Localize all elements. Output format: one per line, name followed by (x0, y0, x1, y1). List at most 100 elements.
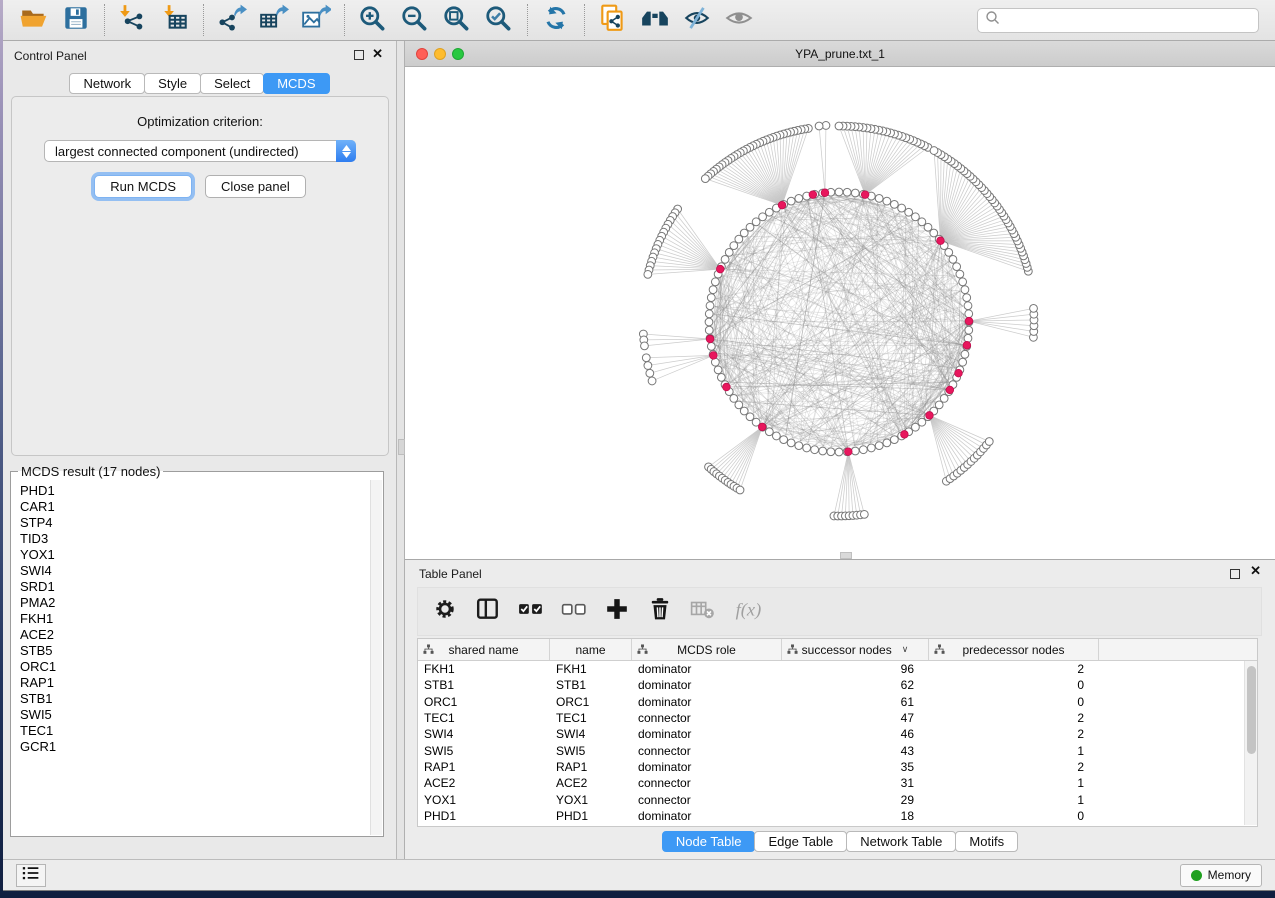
import-network-button[interactable] (112, 3, 154, 37)
horizontal-divider-grip[interactable] (840, 552, 852, 559)
network-node[interactable] (953, 263, 961, 271)
network-node[interactable] (940, 395, 948, 403)
column-header-successor-nodes[interactable]: successor nodes∨ (782, 639, 929, 660)
mcds-result-item[interactable]: SRD1 (20, 579, 370, 595)
network-node[interactable] (898, 204, 906, 212)
new-network-from-selection-button[interactable] (592, 3, 634, 37)
mcds-result-item[interactable]: TID3 (20, 531, 370, 547)
close-table-panel-icon[interactable]: ✕ (1250, 566, 1261, 576)
network-leaf-node[interactable] (835, 122, 843, 130)
float-table-panel-icon[interactable] (1230, 569, 1240, 579)
hide-selected-button[interactable] (676, 3, 718, 37)
network-node[interactable] (707, 342, 715, 350)
zoom-selected-button[interactable] (478, 3, 520, 37)
network-dominator-node[interactable] (809, 191, 817, 199)
network-node[interactable] (707, 294, 715, 302)
refresh-layout-button[interactable] (535, 3, 577, 37)
table-scrollbar[interactable] (1244, 661, 1257, 825)
network-node[interactable] (730, 242, 738, 250)
network-node[interactable] (912, 213, 920, 221)
network-node[interactable] (959, 278, 967, 286)
network-node[interactable] (705, 310, 713, 318)
network-node[interactable] (843, 188, 851, 196)
panel-divider[interactable] (396, 41, 405, 859)
network-node[interactable] (705, 326, 713, 334)
table-row[interactable]: ACE2ACE2connector311 (418, 775, 1257, 791)
network-node[interactable] (780, 436, 788, 444)
close-panel-icon[interactable]: ✕ (372, 49, 383, 59)
mcds-result-item[interactable]: STB1 (20, 691, 370, 707)
network-node[interactable] (706, 302, 714, 310)
show-panels-button[interactable] (16, 864, 46, 887)
network-node[interactable] (867, 444, 875, 452)
network-leaf-node[interactable] (815, 122, 823, 130)
network-node[interactable] (711, 278, 719, 286)
network-node[interactable] (965, 326, 973, 334)
column-header-name[interactable]: name (550, 639, 632, 660)
network-node[interactable] (851, 189, 859, 197)
network-dominator-node[interactable] (844, 448, 852, 456)
network-node[interactable] (772, 432, 780, 440)
network-dominator-node[interactable] (758, 423, 766, 431)
network-leaf-node[interactable] (860, 510, 868, 518)
network-dominator-node[interactable] (963, 341, 971, 349)
network-node[interactable] (827, 448, 835, 456)
network-leaf-node[interactable] (736, 486, 744, 494)
network-node[interactable] (765, 428, 773, 436)
network-node[interactable] (795, 194, 803, 202)
close-window-button[interactable] (416, 48, 428, 60)
mcds-result-item[interactable]: STB5 (20, 643, 370, 659)
network-leaf-node[interactable] (646, 369, 654, 377)
network-node[interactable] (725, 248, 733, 256)
scrollbar-thumb[interactable] (1247, 666, 1256, 754)
network-leaf-node[interactable] (641, 342, 649, 350)
network-node[interactable] (803, 444, 811, 452)
tab-mcds[interactable]: MCDS (263, 73, 329, 94)
network-node[interactable] (875, 442, 883, 450)
tab-style[interactable]: Style (144, 73, 201, 94)
network-node[interactable] (795, 442, 803, 450)
export-image-button[interactable] (295, 3, 337, 37)
network-leaf-node[interactable] (642, 354, 650, 362)
mcds-result-item[interactable]: SWI5 (20, 707, 370, 723)
network-node[interactable] (709, 286, 717, 294)
table-row[interactable]: ORC1ORC1dominator610 (418, 694, 1257, 710)
export-table-button[interactable] (253, 3, 295, 37)
network-canvas[interactable] (405, 67, 1275, 559)
network-leaf-node[interactable] (648, 377, 656, 385)
mcds-result-item[interactable]: STP4 (20, 515, 370, 531)
network-dominator-node[interactable] (937, 237, 945, 245)
column-header-shared-name[interactable]: shared name (418, 639, 550, 660)
network-node[interactable] (956, 270, 964, 278)
network-dominator-node[interactable] (706, 335, 714, 343)
table-row[interactable]: FKH1FKH1dominator962 (418, 661, 1257, 677)
network-leaf-node[interactable] (985, 438, 993, 446)
network-dominator-node[interactable] (946, 386, 954, 394)
show-all-button[interactable] (718, 3, 760, 37)
zoom-in-button[interactable] (352, 3, 394, 37)
table-tab-edge-table[interactable]: Edge Table (754, 831, 847, 852)
find-button[interactable] (634, 3, 676, 37)
mcds-result-item[interactable]: ACE2 (20, 627, 370, 643)
network-dominator-node[interactable] (861, 191, 869, 199)
network-node[interactable] (819, 447, 827, 455)
mcds-result-item[interactable]: PHD1 (20, 483, 370, 499)
network-node[interactable] (949, 255, 957, 263)
table-row[interactable]: RAP1RAP1dominator352 (418, 759, 1257, 775)
divider-grip[interactable] (398, 439, 405, 455)
network-node[interactable] (851, 447, 859, 455)
network-node[interactable] (961, 286, 969, 294)
network-node[interactable] (959, 358, 967, 366)
network-node[interactable] (835, 448, 843, 456)
network-node[interactable] (721, 255, 729, 263)
close-panel-button[interactable]: Close panel (205, 175, 306, 198)
network-dominator-node[interactable] (926, 412, 934, 420)
delete-column-button[interactable] (647, 599, 673, 625)
network-dominator-node[interactable] (716, 265, 724, 273)
column-header-predecessor-nodes[interactable]: predecessor nodes (929, 639, 1099, 660)
mcds-result-item[interactable]: RAP1 (20, 675, 370, 691)
table-tab-network-table[interactable]: Network Table (846, 831, 956, 852)
network-leaf-node[interactable] (1030, 304, 1038, 312)
mcds-result-item[interactable]: CAR1 (20, 499, 370, 515)
network-node[interactable] (945, 248, 953, 256)
